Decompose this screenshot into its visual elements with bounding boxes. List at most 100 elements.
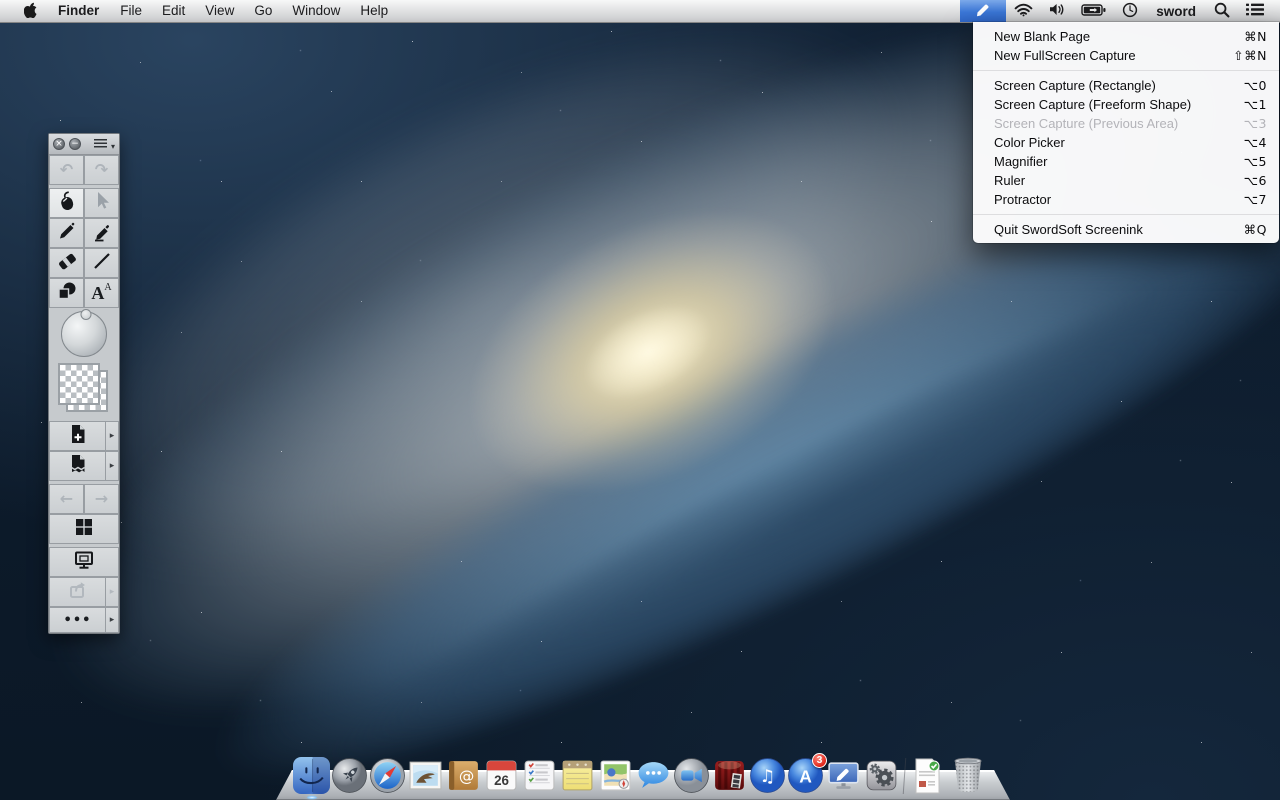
tool-pencil[interactable] bbox=[49, 218, 84, 248]
menu-item-quit-screenink[interactable]: Quit SwordSoft Screenink⌘Q bbox=[973, 220, 1279, 239]
undo-icon: ↶ bbox=[60, 162, 73, 178]
menu-item-new-blank-page[interactable]: New Blank Page⌘N bbox=[973, 27, 1279, 46]
palette-titlebar[interactable]: × − ▾ bbox=[49, 134, 119, 155]
menu-separator bbox=[973, 214, 1279, 215]
dock-item-facetime[interactable] bbox=[673, 757, 710, 794]
palette-close-button[interactable]: × bbox=[53, 138, 65, 150]
submenu-arrow-icon[interactable]: ▸ bbox=[105, 422, 118, 450]
dock-item-system-preferences[interactable] bbox=[863, 757, 900, 794]
clock-menu-extra[interactable] bbox=[1114, 0, 1146, 22]
pencil-icon bbox=[56, 220, 78, 247]
tool-palette: × − ▾ ↶ ↷ bbox=[48, 133, 120, 634]
color-sphere-icon bbox=[61, 311, 107, 357]
dock-item-safari[interactable] bbox=[369, 757, 406, 794]
svg-text:26: 26 bbox=[494, 773, 509, 788]
palette-menu-icon[interactable] bbox=[94, 139, 107, 149]
menu-go[interactable]: Go bbox=[244, 0, 282, 22]
dock-item-app-store[interactable]: A 3 bbox=[787, 757, 824, 794]
dock-item-maps[interactable] bbox=[597, 757, 634, 794]
spotlight-menu-extra[interactable] bbox=[1206, 0, 1238, 22]
dock-item-trash[interactable] bbox=[947, 754, 989, 794]
menu-item-color-picker[interactable]: Color Picker⌥4 bbox=[973, 133, 1279, 152]
transparency-well[interactable] bbox=[49, 360, 119, 418]
volume-menu-extra[interactable] bbox=[1041, 0, 1073, 22]
tool-more[interactable]: ••• ▸ bbox=[49, 607, 119, 633]
mouse-icon bbox=[56, 190, 78, 217]
menu-item-new-fullscreen-capture[interactable]: New FullScreen Capture⇧⌘N bbox=[973, 46, 1279, 65]
dock-item-itunes[interactable]: ♫ bbox=[749, 757, 786, 794]
dock-divider bbox=[901, 758, 908, 794]
palette-minimize-button[interactable]: − bbox=[69, 138, 81, 150]
tool-line[interactable] bbox=[84, 248, 119, 278]
battery-menu-extra[interactable] bbox=[1073, 0, 1114, 22]
battery-icon bbox=[1081, 4, 1106, 19]
galaxy-core-glow bbox=[357, 96, 948, 608]
dock-item-launchpad[interactable] bbox=[331, 757, 368, 794]
tool-new-page[interactable]: ▸ bbox=[49, 421, 119, 451]
notification-center-toggle[interactable] bbox=[1238, 0, 1272, 22]
svg-text:@: @ bbox=[459, 768, 474, 786]
user-switcher[interactable]: sword bbox=[1146, 0, 1206, 22]
cursor-arrow-icon bbox=[91, 190, 113, 217]
tool-select-arrow[interactable] bbox=[84, 188, 119, 218]
dock-item-finder[interactable] bbox=[293, 757, 330, 794]
shapes-icon bbox=[56, 280, 78, 307]
tool-text[interactable]: AA bbox=[84, 278, 119, 308]
tool-mouse[interactable] bbox=[49, 188, 84, 218]
submenu-arrow-icon: ▸ bbox=[105, 578, 118, 606]
menu-help[interactable]: Help bbox=[350, 0, 398, 22]
screenink-menu-extra[interactable] bbox=[960, 0, 1006, 22]
clock-icon bbox=[1122, 2, 1138, 21]
menu-file[interactable]: File bbox=[110, 0, 152, 22]
share-icon bbox=[67, 579, 89, 606]
dock-item-messages[interactable] bbox=[635, 757, 672, 794]
menu-item-protractor[interactable]: Protractor⌥7 bbox=[973, 190, 1279, 209]
menu-window[interactable]: Window bbox=[282, 0, 350, 22]
forward-arrow-icon: → bbox=[95, 491, 108, 507]
chevron-down-icon: ▾ bbox=[111, 142, 115, 152]
tool-shapes[interactable] bbox=[49, 278, 84, 308]
svg-text:A: A bbox=[799, 767, 812, 787]
tool-undo: ↶ bbox=[49, 155, 84, 185]
dock-item-document[interactable] bbox=[909, 757, 946, 794]
more-dots-icon: ••• bbox=[64, 614, 92, 627]
dock-item-notes[interactable] bbox=[559, 757, 596, 794]
screenink-pencil-icon bbox=[974, 1, 992, 22]
menu-item-screen-capture-freeform[interactable]: Screen Capture (Freeform Shape)⌥1 bbox=[973, 95, 1279, 114]
tool-eraser[interactable] bbox=[49, 248, 84, 278]
capture-page-icon bbox=[67, 453, 89, 480]
menu-separator bbox=[973, 70, 1279, 71]
tool-new-capture[interactable]: ▸ bbox=[49, 451, 119, 481]
tool-share: ▸ bbox=[49, 577, 119, 607]
svg-text:♫: ♫ bbox=[760, 767, 776, 787]
submenu-arrow-icon[interactable]: ▸ bbox=[105, 608, 118, 632]
volume-icon bbox=[1049, 3, 1065, 19]
app-menu-finder[interactable]: Finder bbox=[47, 0, 110, 22]
wifi-menu-extra[interactable] bbox=[1006, 0, 1041, 22]
tool-screen-view[interactable] bbox=[49, 547, 119, 577]
menu-item-screen-capture-rectangle[interactable]: Screen Capture (Rectangle)⌥0 bbox=[973, 76, 1279, 95]
menu-view[interactable]: View bbox=[195, 0, 244, 22]
dock-item-screenink[interactable] bbox=[825, 757, 862, 794]
dock-item-reminders[interactable] bbox=[521, 757, 558, 794]
dock-item-photo-booth[interactable] bbox=[711, 757, 748, 794]
submenu-arrow-icon[interactable]: ▸ bbox=[105, 452, 118, 480]
menu-edit[interactable]: Edit bbox=[152, 0, 195, 22]
wifi-icon bbox=[1014, 3, 1033, 20]
search-icon bbox=[1214, 2, 1230, 21]
tool-marker[interactable] bbox=[84, 218, 119, 248]
redo-icon: ↷ bbox=[95, 162, 108, 178]
dock-item-calendar[interactable]: 26 bbox=[483, 757, 520, 794]
apple-logo-icon bbox=[24, 2, 37, 21]
apple-menu[interactable] bbox=[14, 0, 47, 22]
screenink-dropdown-menu: New Blank Page⌘N New FullScreen Capture⇧… bbox=[973, 22, 1279, 243]
dock-item-contacts[interactable]: @ bbox=[445, 757, 482, 794]
menu-bar: Finder File Edit View Go Window Help bbox=[0, 0, 1280, 23]
dock-item-mail[interactable] bbox=[407, 757, 444, 794]
marker-icon bbox=[91, 220, 113, 247]
menu-item-ruler[interactable]: Ruler⌥6 bbox=[973, 171, 1279, 190]
color-sphere-well[interactable] bbox=[49, 308, 119, 360]
tool-grid-view[interactable] bbox=[49, 514, 119, 544]
menu-bar-status: sword bbox=[960, 0, 1280, 22]
menu-item-magnifier[interactable]: Magnifier⌥5 bbox=[973, 152, 1279, 171]
